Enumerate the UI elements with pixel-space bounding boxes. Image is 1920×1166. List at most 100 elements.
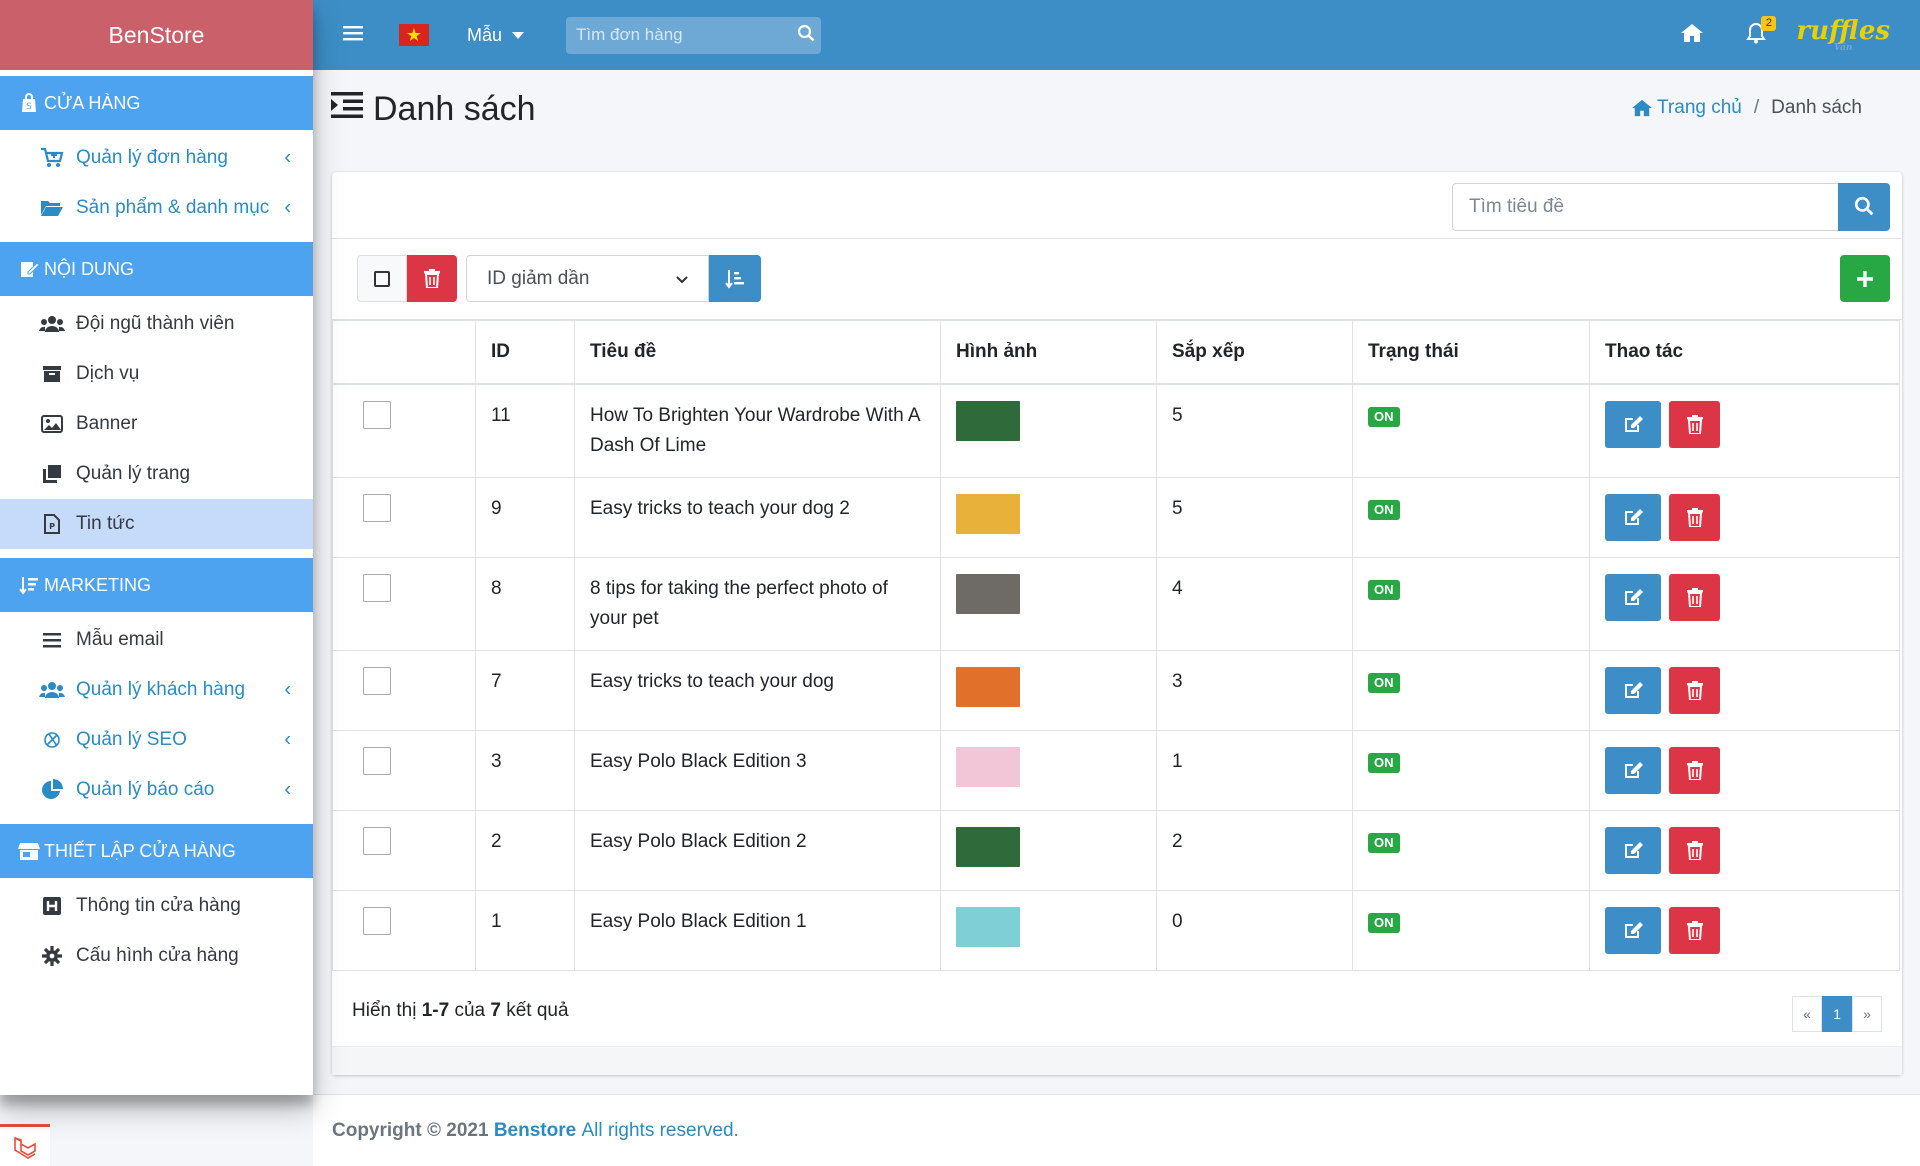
delete-button[interactable] <box>1669 826 1720 874</box>
status-badge[interactable]: ON <box>1368 406 1400 427</box>
sidebar-item-reports[interactable]: Quản lý báo cáo ‹ <box>0 765 313 815</box>
row-checkbox[interactable] <box>363 906 391 935</box>
trash-icon <box>1686 414 1703 434</box>
sidebar-item-customers[interactable]: Quản lý khách hàng ‹ <box>0 665 313 715</box>
edit-button[interactable] <box>1605 400 1661 448</box>
chevron-down-icon <box>676 271 688 287</box>
sidebar-item-news[interactable]: P Tin tức <box>0 499 313 549</box>
row-image-cell <box>940 649 1157 731</box>
col-header-order[interactable]: Sắp xếp <box>1156 320 1353 385</box>
sidebar-item-email-template[interactable]: Mẫu email <box>0 615 313 665</box>
sidebar-item-label: Quản lý khách hàng <box>76 679 246 700</box>
add-new-button[interactable] <box>1840 255 1890 302</box>
delete-button[interactable] <box>1669 746 1720 794</box>
col-header-image: Hình ảnh <box>940 320 1157 385</box>
sidebar-item-label: Quản lý đơn hàng <box>76 147 228 168</box>
svg-text:P: P <box>49 522 55 531</box>
sidebar-item-pages[interactable]: Quản lý trang <box>0 449 313 499</box>
sidebar-item-store-info[interactable]: Thông tin cửa hàng <box>0 881 313 931</box>
sort-direction-button[interactable] <box>709 255 761 302</box>
status-badge[interactable]: ON <box>1368 912 1400 933</box>
title-search-input[interactable] <box>1452 183 1838 231</box>
title-search <box>1452 183 1890 231</box>
title-search-button[interactable] <box>1838 183 1890 231</box>
sidebar-item-label: Mẫu email <box>76 629 164 650</box>
edit-button[interactable] <box>1605 826 1661 874</box>
col-header-title[interactable]: Tiêu đề <box>574 320 941 385</box>
delete-button[interactable] <box>1669 666 1720 714</box>
edit-icon <box>1625 589 1643 605</box>
summary-of: của <box>454 1000 486 1021</box>
row-id: 1 <box>475 889 575 971</box>
page-footer: Copyright © 2021 Benstore All rights res… <box>313 1094 1920 1166</box>
row-order: 5 <box>1156 383 1353 478</box>
pagination-prev[interactable]: « <box>1792 996 1822 1032</box>
edit-button[interactable] <box>1605 666 1661 714</box>
row-status-cell: ON <box>1352 649 1590 731</box>
section-content: NỘI DUNG <box>0 242 313 296</box>
row-order: 1 <box>1156 729 1353 811</box>
row-checkbox[interactable] <box>363 493 391 522</box>
edit-button[interactable] <box>1605 573 1661 621</box>
section-store-settings: THIẾT LẬP CỬA HÀNG <box>0 824 313 878</box>
bulk-delete-button[interactable] <box>407 255 457 302</box>
delete-button[interactable] <box>1669 493 1720 541</box>
brand-logo[interactable]: BenStore <box>0 0 313 70</box>
sidebar-item-store-config[interactable]: Cấu hình cửa hàng <box>0 931 313 981</box>
pagination-page[interactable]: 1 <box>1822 996 1852 1032</box>
status-badge[interactable]: ON <box>1368 499 1400 520</box>
sidebar-item-banner[interactable]: Banner <box>0 399 313 449</box>
order-search-input[interactable] <box>576 25 798 45</box>
breadcrumb: Trang chủ / Danh sách <box>1631 97 1862 119</box>
search-icon[interactable] <box>797 24 815 47</box>
table-row: 88 tips for taking the perfect photo of … <box>332 556 1900 651</box>
news-table: ID Tiêu đề Hình ảnh Sắp xếp Trạng thái T… <box>332 320 1900 971</box>
summary-suffix: kết quả <box>506 1000 569 1021</box>
section-title: CỬA HÀNG <box>44 92 141 113</box>
status-badge[interactable]: ON <box>1368 832 1400 853</box>
row-checkbox[interactable] <box>363 666 391 695</box>
vietnam-flag-icon[interactable]: ★ <box>399 24 429 46</box>
status-badge[interactable]: ON <box>1368 752 1400 773</box>
footer-brand-link[interactable]: Benstore <box>494 1120 576 1141</box>
col-header-id[interactable]: ID <box>475 320 575 385</box>
home-icon[interactable] <box>1680 23 1704 48</box>
breadcrumb-home[interactable]: Trang chủ <box>1631 97 1742 119</box>
row-thumbnail <box>956 746 1020 787</box>
edit-button[interactable] <box>1605 746 1661 794</box>
result-summary: Hiển thị 1-7 của 7 kết quả <box>352 1000 569 1022</box>
chevron-left-icon: ‹ <box>284 778 291 801</box>
hamburger-menu-icon[interactable] <box>343 25 367 46</box>
edit-button[interactable] <box>1605 493 1661 541</box>
plus-icon <box>1857 270 1873 287</box>
sidebar-item-orders[interactable]: Quản lý đơn hàng ‹ <box>0 133 313 183</box>
delete-button[interactable] <box>1669 400 1720 448</box>
language-dropdown[interactable]: Mẫu <box>467 25 525 46</box>
pagination-next[interactable]: » <box>1852 996 1882 1032</box>
sidebar-item-seo[interactable]: Quản lý SEO ‹ <box>0 715 313 765</box>
sort-select[interactable]: ID giảm dần <box>466 255 709 302</box>
status-badge[interactable]: ON <box>1368 579 1400 600</box>
notification-bell[interactable]: 2 <box>1746 15 1777 49</box>
row-actions <box>1589 649 1900 731</box>
breadcrumb-home-label: Trang chủ <box>1657 97 1742 118</box>
row-checkbox[interactable] <box>363 573 391 602</box>
select-all-button[interactable] <box>357 255 407 302</box>
row-checkbox[interactable] <box>363 400 391 429</box>
row-status-cell: ON <box>1352 556 1590 651</box>
trash-icon <box>1686 760 1703 780</box>
status-badge[interactable]: ON <box>1368 672 1400 693</box>
edit-button[interactable] <box>1605 906 1661 954</box>
card-header <box>332 172 1902 239</box>
sidebar-item-services[interactable]: Dịch vụ <box>0 349 313 399</box>
sidebar-item-team[interactable]: Đội ngũ thành viên <box>0 299 313 349</box>
user-avatar-logo[interactable]: ruffles Vân <box>1796 18 1890 53</box>
row-checkbox[interactable] <box>363 746 391 775</box>
chevron-left-icon: ‹ <box>284 146 291 169</box>
delete-button[interactable] <box>1669 906 1720 954</box>
section-title: MARKETING <box>44 574 152 595</box>
users-icon <box>38 678 66 702</box>
delete-button[interactable] <box>1669 573 1720 621</box>
row-checkbox[interactable] <box>363 826 391 855</box>
sidebar-item-products[interactable]: Sản phẩm & danh mục ‹ <box>0 183 313 233</box>
